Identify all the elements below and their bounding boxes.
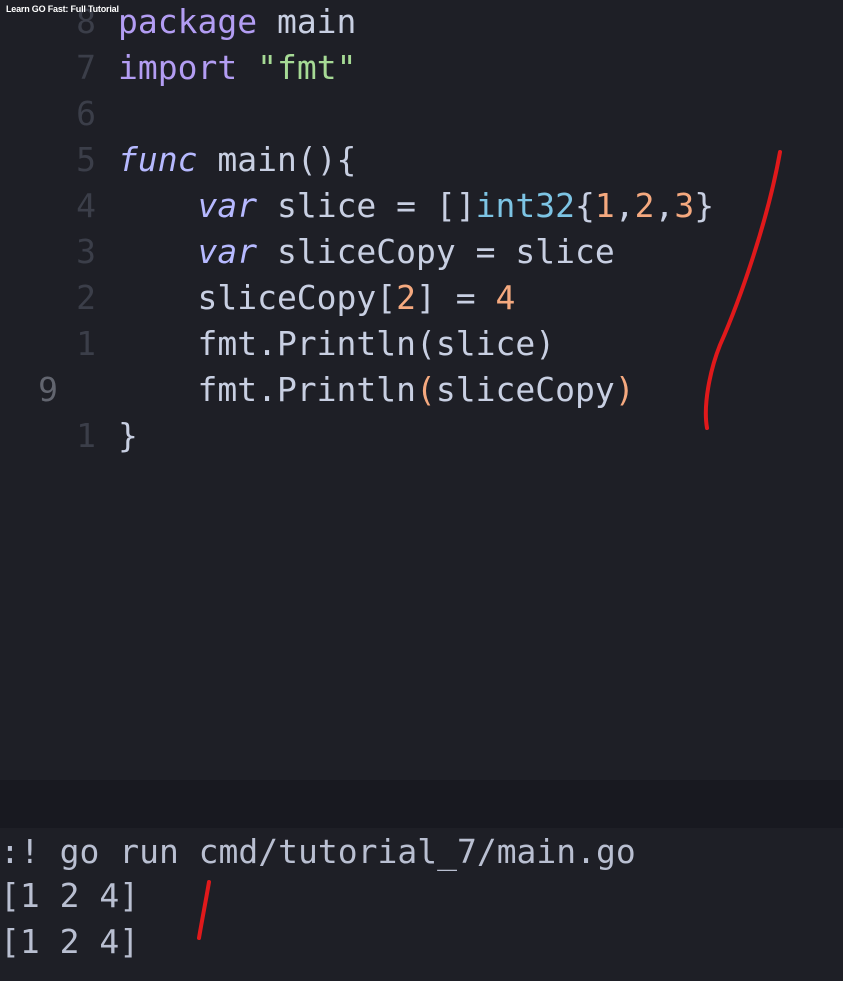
code-token: 1 [594, 186, 615, 225]
code-token: , [614, 186, 635, 225]
code-token: sliceCopy[ [118, 278, 397, 317]
line-number: 1 [76, 324, 96, 363]
code-line[interactable]: 1} [0, 413, 843, 459]
terminal-output: :! go run cmd/tutorial_7/main.go [1 2 4]… [0, 828, 843, 981]
code-token: import [118, 48, 238, 87]
code-token: slice = [] [257, 186, 476, 225]
code-token: "fmt" [257, 48, 357, 87]
code-line[interactable]: 1 fmt.Println(slice) [0, 321, 843, 367]
code-text: package main [118, 0, 356, 45]
code-line[interactable]: 4 var slice = []int32{1,2,3} [0, 183, 843, 229]
code-token: } [694, 186, 715, 225]
code-token: fmt.Println(slice) [118, 324, 556, 363]
code-line[interactable]: 3 var sliceCopy = slice [0, 229, 843, 275]
code-token: 2 [396, 278, 417, 317]
code-text: import "fmt" [118, 45, 356, 91]
code-text: sliceCopy[2] = 4 [118, 275, 515, 321]
code-editor[interactable]: 8 package main 7 import "fmt" 6 5 func main(){… [0, 0, 843, 780]
code-line[interactable]: 2 sliceCopy[2] = 4 [0, 275, 843, 321]
line-number: 9 [38, 370, 58, 409]
code-token: ) [614, 370, 635, 409]
code-token: fmt.Println [118, 370, 417, 409]
line-number: 3 [76, 232, 96, 271]
code-token: func [118, 140, 198, 179]
code-token: int32 [475, 186, 575, 225]
line-number: 2 [76, 278, 96, 317]
line-number: 5 [76, 140, 96, 179]
line-number: 4 [76, 186, 96, 225]
video-title: Learn GO Fast: Full Tutorial [6, 4, 119, 14]
code-line[interactable]: 5 func main(){ [0, 137, 843, 183]
code-token: { [574, 186, 595, 225]
code-line[interactable]: 7 import "fmt" [0, 45, 843, 91]
code-token: ( [416, 370, 436, 409]
code-token: } [118, 416, 138, 455]
line-number: 6 [76, 94, 96, 133]
code-text: } [118, 413, 138, 459]
code-token: var [197, 232, 258, 271]
code-token: sliceCopy [435, 370, 615, 409]
code-token: , [654, 186, 675, 225]
code-token: 3 [674, 186, 695, 225]
code-token: ] = [416, 278, 496, 317]
code-line[interactable]: 8 package main [0, 0, 843, 45]
line-number: 1 [76, 416, 96, 455]
code-text: var sliceCopy = slice [118, 229, 615, 275]
terminal-output-line-1: [1 2 4] [0, 876, 140, 915]
code-text: func main(){ [118, 137, 356, 183]
terminal-command: :! go run cmd/tutorial_7/main.go [0, 832, 636, 871]
code-text: var slice = []int32{1,2,3} [118, 183, 714, 229]
terminal-output-line-2: [1 2 4] [0, 922, 140, 961]
code-token: var [197, 186, 258, 225]
code-token: main(){ [197, 140, 357, 179]
code-line[interactable]: 9 fmt.Println(sliceCopy) [0, 367, 843, 413]
code-token: main [257, 2, 357, 41]
code-text: fmt.Println(slice) [118, 321, 555, 367]
line-number: 7 [76, 48, 96, 87]
code-token: package [118, 2, 258, 41]
code-text: fmt.Println(sliceCopy) [118, 367, 635, 413]
code-token: sliceCopy = slice [257, 232, 615, 271]
code-token: 4 [495, 278, 516, 317]
code-token: 2 [634, 186, 655, 225]
code-line[interactable]: 6 [0, 91, 843, 137]
editor-statusline-area [0, 780, 843, 828]
